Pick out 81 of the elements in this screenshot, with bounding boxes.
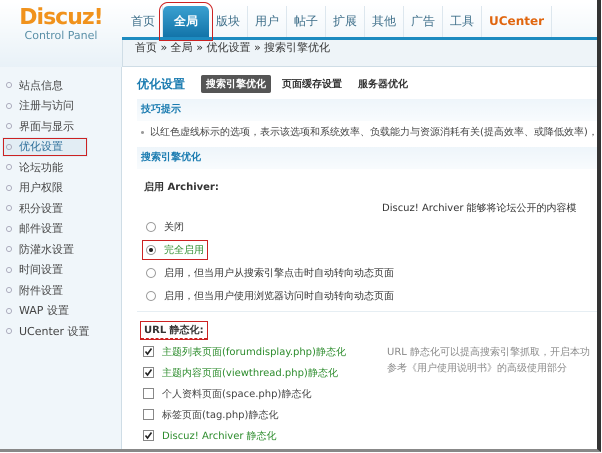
checkbox-option[interactable]: 主题列表页面(forumdisplay.php)静态化 [143, 341, 346, 362]
radio-button[interactable] [146, 222, 156, 232]
nav-tab[interactable]: 帖子 [287, 6, 326, 37]
nav-tab[interactable]: 工具 [443, 6, 482, 37]
sub-tab[interactable]: 页面缓存设置 [277, 75, 347, 93]
radio-option[interactable]: 启用，但当用户从搜索引擎点击时自动转向动态页面 [143, 264, 397, 282]
checkbox[interactable] [143, 367, 154, 378]
sidebar-item[interactable]: 防灌水设置 [0, 239, 121, 260]
bullet-icon [6, 308, 12, 314]
sidebar-label: 防灌水设置 [19, 242, 74, 257]
sidebar-item[interactable]: 时间设置 [0, 260, 121, 280]
sidebar-item[interactable]: 附件设置 [0, 280, 121, 300]
logo-subtitle: Control Panel [24, 29, 98, 43]
setting-description: 参考《用户使用说明书》的高级使用部分 [387, 362, 568, 376]
sidebar-label: 用户权限 [19, 180, 63, 196]
sidebar-label: 优化设置 [19, 139, 63, 154]
nav-tab[interactable]: 全局 [163, 6, 209, 37]
radio-option[interactable]: 启用，但当用户使用浏览器访问时自动转向动态页面 [143, 286, 397, 304]
sidebar-item[interactable]: 界面与显示 [0, 116, 121, 136]
checkbox-option[interactable]: Discuz! Archiver 静态化 [143, 425, 277, 446]
sub-tab[interactable]: 搜索引擎优化 [201, 75, 271, 93]
checkbox[interactable] [143, 388, 154, 399]
checkbox[interactable] [143, 409, 154, 420]
radio-option[interactable]: 完全启用 [143, 240, 207, 258]
sidebar-label: 站点信息 [19, 78, 63, 93]
sidebar-label: 注册与访问 [19, 98, 74, 114]
checkbox-option[interactable]: 个人资料页面(space.php)静态化 [143, 383, 312, 404]
sidebar-item[interactable]: 邮件设置 [0, 218, 121, 239]
sidebar-label: 时间设置 [19, 262, 63, 278]
nav-tab[interactable]: 版块 [209, 6, 248, 37]
page-title: 优化设置 [137, 76, 185, 92]
sidebar-label: 积分设置 [19, 200, 63, 216]
checkbox-option[interactable]: 标签页面(tag.php)静态化 [143, 404, 278, 425]
logo-title: Discuz! [19, 7, 103, 29]
section-heading: 搜索引擎优化 [137, 147, 597, 169]
bullet-icon [6, 102, 12, 109]
sidebar-label: 界面与显示 [19, 118, 74, 134]
bullet-icon [6, 82, 12, 88]
radio-button[interactable] [146, 268, 156, 278]
sidebar-label: 附件设置 [19, 282, 63, 298]
checkbox[interactable] [143, 346, 154, 357]
sidebar-label: WAP 设置 [19, 303, 69, 318]
sidebar-item[interactable]: 优化设置 [2, 136, 88, 157]
breadcrumb: 首页 » 全局 » 优化设置 » 搜索引擎优化 [122, 40, 597, 67]
bullet-icon [6, 144, 12, 150]
bullet-icon [6, 287, 12, 294]
bullet-icon [6, 123, 12, 130]
bullet-icon [6, 226, 12, 232]
sidebar-label: 论坛功能 [19, 160, 63, 175]
bullet-icon [6, 266, 12, 273]
bullet-icon [6, 328, 12, 334]
bullet-icon [6, 246, 12, 252]
radio-button[interactable] [146, 244, 156, 254]
sidebar-item[interactable]: 积分设置 [0, 198, 121, 218]
radio-option[interactable]: 关闭 [143, 218, 187, 236]
sidebar-item[interactable]: 用户权限 [0, 178, 121, 198]
bullet-icon [141, 130, 144, 134]
sidebar-item[interactable]: 站点信息 [0, 75, 121, 96]
tip-text: 以红色虚线标示的选项，表示该选项和系统效率、负载能力与资源消耗有关(提高效率、或降低效率)， [150, 126, 597, 139]
sidebar-item[interactable]: 注册与访问 [0, 96, 121, 116]
bullet-icon [6, 205, 12, 212]
sidebar-item[interactable]: 论坛功能 [0, 157, 121, 178]
checkbox-option[interactable]: 主题内容页面(viewthread.php)静态化 [143, 362, 338, 383]
sidebar-item[interactable]: WAP 设置 [0, 300, 121, 321]
radio-button[interactable] [146, 290, 156, 300]
bullet-icon [6, 184, 12, 191]
sidebar-label: UCenter 设置 [19, 324, 90, 339]
nav-tab[interactable]: 广告 [404, 6, 443, 37]
setting-description: URL 静态化可以提高搜索引擎抓取，开启本功 [387, 346, 592, 360]
setting-description: Discuz! Archiver 能够将论坛公开的内容模 [381, 202, 578, 215]
nav-tab[interactable]: 扩展 [326, 6, 365, 37]
checkbox[interactable] [143, 430, 154, 441]
sidebar-label: 邮件设置 [19, 221, 63, 236]
nav-tab[interactable]: 其他 [365, 6, 404, 37]
sub-tab[interactable]: 服务器优化 [353, 75, 413, 93]
sidebar-item[interactable]: UCenter 设置 [0, 321, 121, 342]
setting-label: URL 静态化: [141, 322, 207, 339]
nav-tab[interactable]: 用户 [248, 6, 287, 37]
setting-label: 启用 Archiver: [143, 180, 220, 195]
tips-heading: 技巧提示 [137, 99, 597, 121]
bullet-icon [6, 164, 12, 170]
